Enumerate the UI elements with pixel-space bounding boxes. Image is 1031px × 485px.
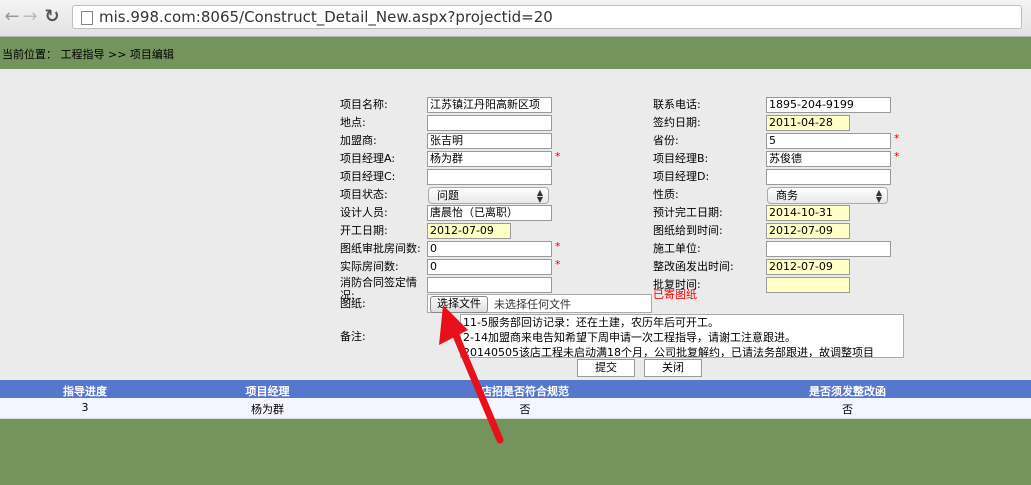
field-label: 实际房间数: xyxy=(340,260,399,273)
text-input[interactable]: 杨为群 xyxy=(427,151,552,167)
dropdown-select[interactable]: 问题 ▲ ▼ xyxy=(428,187,549,204)
forward-icon[interactable]: → xyxy=(20,7,40,27)
text-input[interactable] xyxy=(427,115,552,131)
field-label: 加盟商: xyxy=(340,134,377,147)
remarks-label: 备注: xyxy=(340,330,366,343)
text-input[interactable] xyxy=(427,169,552,185)
drawing-label: 图纸: xyxy=(340,297,366,310)
text-input[interactable]: 2012-07-09 xyxy=(766,259,850,275)
text-input[interactable]: 2014-10-31 xyxy=(766,205,850,221)
field-label: 项目经理D: xyxy=(653,170,710,183)
column-header: 店招是否符合规范 xyxy=(481,385,569,398)
table-cell: 否 xyxy=(519,403,531,416)
browser-toolbar: ← → ↻ mis.998.com:8065/Construct_Detail_… xyxy=(0,0,1031,37)
dropdown-select[interactable]: 商务 ▲ ▼ xyxy=(767,187,888,204)
chevron-updown-icon: ▲ ▼ xyxy=(536,188,543,204)
text-input[interactable]: 0 xyxy=(427,259,552,275)
field-label: 省份: xyxy=(653,134,679,147)
remarks-line: 11-5服务部回访记录：还在土建，农历年后可开工。 xyxy=(463,316,719,329)
column-header: 指导进度 xyxy=(63,385,107,398)
text-input[interactable]: 唐晨怡（已离职） xyxy=(427,205,552,221)
remarks-textarea[interactable]: 11-5服务部回访记录：还在土建，农历年后可开工。 2-14加盟商来电告知希望下… xyxy=(460,314,904,358)
footer-bar xyxy=(0,419,1031,485)
chevron-updown-icon: ▲ ▼ xyxy=(875,188,882,204)
file-input[interactable]: 选择文件 未选择任何文件 xyxy=(427,294,652,313)
required-marker: * xyxy=(555,258,561,271)
field-label: 项目经理A: xyxy=(340,152,396,165)
field-label: 整改函发出时间: xyxy=(653,260,734,273)
text-input[interactable] xyxy=(766,169,891,185)
select-value: 商务 xyxy=(776,189,798,202)
table-row: 3 杨为群 否 否 xyxy=(0,398,1031,419)
text-input[interactable] xyxy=(766,241,891,257)
field-label: 项目名称: xyxy=(340,98,388,111)
reload-icon[interactable]: ↻ xyxy=(42,7,62,27)
required-marker: * xyxy=(555,150,561,163)
remarks-line: 20140505该店工程未启动满18个月，公司批复解约，已请法务部跟进，故调整项… xyxy=(463,346,874,358)
text-input[interactable]: 2011-04-28 xyxy=(766,115,850,131)
field-label: 施工单位: xyxy=(653,242,701,255)
text-input[interactable]: 2012-07-09 xyxy=(766,223,850,239)
text-input[interactable]: 1895-204-9199 xyxy=(766,97,891,113)
text-input[interactable]: 5 xyxy=(766,133,891,149)
field-label: 图纸审批房间数: xyxy=(340,242,421,255)
field-label: 地点: xyxy=(340,116,366,129)
page-icon xyxy=(81,11,93,25)
table-cell: 杨为群 xyxy=(251,403,284,416)
remarks-line: 2-14加盟商来电告知希望下周申请一次工程指导，请谢工注意跟进。 xyxy=(463,331,796,344)
submit-button[interactable]: 提交 xyxy=(577,359,635,377)
text-input[interactable]: 0 xyxy=(427,241,552,257)
field-label: 联系电话: xyxy=(653,98,701,111)
drawing-sent-text: 已寄图纸 xyxy=(653,288,697,301)
file-status: 未选择任何文件 xyxy=(494,298,571,311)
table-header: 指导进度 项目经理 店招是否符合规范 是否须发整改函 xyxy=(0,380,1031,398)
text-input[interactable]: 2012-07-09 xyxy=(427,223,511,239)
required-marker: * xyxy=(555,240,561,253)
field-label: 签约日期: xyxy=(653,116,701,129)
field-label: 项目状态: xyxy=(340,188,388,201)
table-cell: 3 xyxy=(81,401,89,414)
column-header: 项目经理 xyxy=(245,385,290,398)
text-input[interactable]: 苏俊德 xyxy=(766,151,891,167)
field-label: 预计完工日期: xyxy=(653,206,723,219)
breadcrumb: 当前位置： 工程指导 >> 项目编辑 xyxy=(2,48,174,61)
field-label: 图纸给到时间: xyxy=(653,224,723,237)
back-icon[interactable]: ← xyxy=(2,7,22,27)
field-label: 项目经理B: xyxy=(653,152,709,165)
select-value: 问题 xyxy=(437,189,459,202)
text-input[interactable] xyxy=(427,277,552,293)
required-marker: * xyxy=(894,132,900,145)
required-marker: * xyxy=(894,150,900,163)
url-text: mis.998.com:8065/Construct_Detail_New.as… xyxy=(99,8,553,26)
choose-file-button[interactable]: 选择文件 xyxy=(430,296,488,313)
field-label: 项目经理C: xyxy=(340,170,396,183)
text-input[interactable]: 张吉明 xyxy=(427,133,552,149)
field-label: 设计人员: xyxy=(340,206,388,219)
address-bar[interactable]: mis.998.com:8065/Construct_Detail_New.as… xyxy=(72,5,1022,29)
field-label: 开工日期: xyxy=(340,224,388,237)
text-input[interactable]: 江苏镇江丹阳高新区项 xyxy=(427,97,552,113)
column-header: 是否须发整改函 xyxy=(809,385,886,398)
breadcrumb-bar: 当前位置： 工程指导 >> 项目编辑 xyxy=(0,37,1031,69)
table-cell: 否 xyxy=(842,403,853,416)
text-input[interactable] xyxy=(766,277,850,293)
close-button[interactable]: 关闭 xyxy=(644,359,702,377)
field-label: 性质: xyxy=(653,188,679,201)
